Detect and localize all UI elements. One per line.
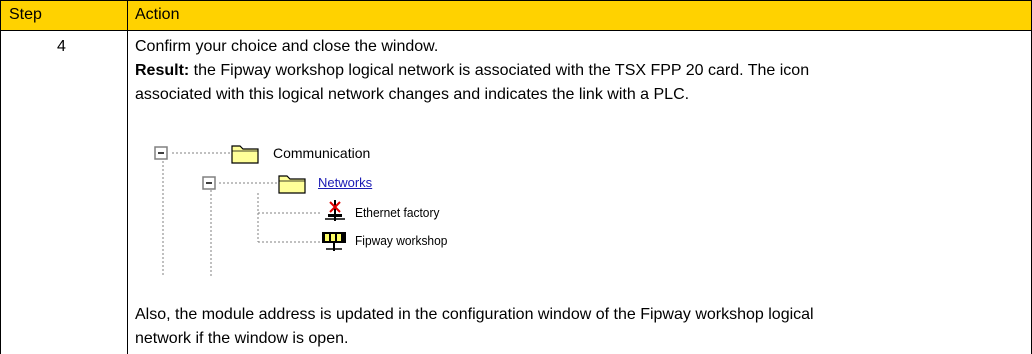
fipway-network-icon: [322, 232, 346, 251]
also-line-1: Also, the module address is updated in t…: [135, 306, 814, 323]
tree-root-label: Communication: [273, 145, 371, 161]
ethernet-network-icon: [325, 200, 345, 221]
child-folder-icon: [278, 175, 306, 194]
root-folder-icon: [231, 145, 259, 164]
root-collapse-icon: [154, 146, 168, 160]
tree-fipway-label: Fipway workshop: [355, 233, 448, 248]
tree-networks-link[interactable]: Networks: [318, 175, 372, 190]
also-line-2: network if the window is open.: [135, 330, 349, 347]
tree-ethernet-label: Ethernet factory: [355, 205, 440, 220]
procedure-table: Step Action 4 Confirm your choice and cl…: [0, 0, 1032, 354]
tree-svg: [154, 145, 346, 276]
child-collapse-icon: [202, 176, 216, 190]
